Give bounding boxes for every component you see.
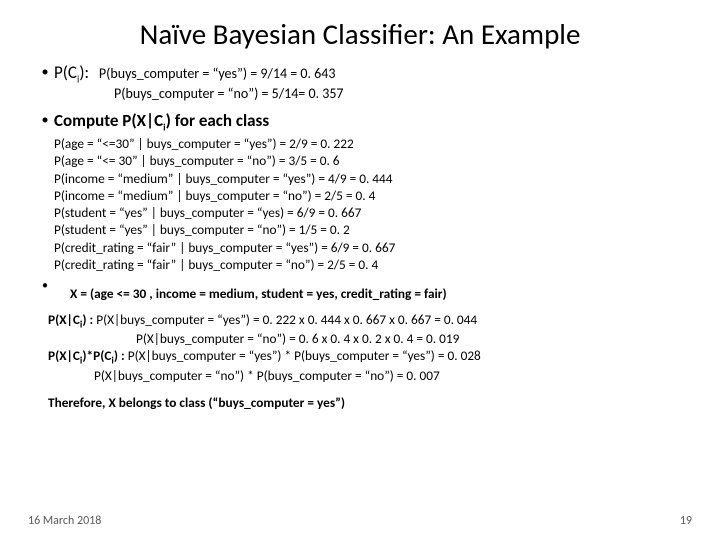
bullet-dot: • bbox=[36, 62, 54, 104]
slide-title: Naïve Bayesian Classifier: An Example bbox=[0, 0, 720, 58]
prob-line: P(student = “yes” | buys_computer = “no”… bbox=[54, 221, 684, 238]
bullet-compute: • Compute P(X|Ci) for each class bbox=[36, 110, 684, 133]
calc-line3: P(X|Ci)*P(Ci) : P(X|buys_computer = “yes… bbox=[48, 347, 684, 367]
prob-line: P(credit_rating = “fair” | buys_computer… bbox=[54, 239, 684, 256]
calc-line1: P(X|Ci) : P(X|buys_computer = “yes”) = 0… bbox=[48, 311, 684, 331]
prob-line: P(income = “medium” | buys_computer = “n… bbox=[54, 187, 684, 204]
footer-date: 16 March 2018 bbox=[28, 514, 101, 528]
prob-line: P(credit_rating = “fair” | buys_computer… bbox=[54, 256, 684, 273]
bullet-pci: • P(Ci): P(buys_computer = “yes”) = 9/14… bbox=[36, 62, 684, 104]
pci-label: P(Ci): bbox=[54, 62, 93, 83]
probability-lines: P(age = “<=30” | buys_computer = “yes”) … bbox=[54, 135, 684, 273]
prob-line: P(income = “medium” | buys_computer = “y… bbox=[54, 170, 684, 187]
pci-line2: P(buys_computer = “no”) = 5/14= 0. 357 bbox=[114, 85, 684, 103]
calc-line4: P(X|buys_computer = “no”) * P(buys_compu… bbox=[94, 367, 684, 384]
slide-footer: 16 March 2018 19 bbox=[0, 514, 720, 528]
x-definition: X = (age <= 30 , income = medium, studen… bbox=[70, 285, 684, 302]
prob-line: P(age = “<=30” | buys_computer = “yes”) … bbox=[54, 135, 684, 152]
bullet-dot: • bbox=[36, 110, 54, 133]
slide-content: • P(Ci): P(buys_computer = “yes”) = 9/14… bbox=[0, 58, 720, 412]
calc-line2: P(X|buys_computer = “no”) = 0. 6 x 0. 4 … bbox=[136, 330, 684, 347]
footer-page: 19 bbox=[680, 514, 692, 528]
bullet-dot: • bbox=[36, 279, 54, 308]
pci-line1: P(buys_computer = “yes”) = 9/14 = 0. 643 bbox=[99, 65, 336, 82]
prob-line: P(age = “<= 30” | buys_computer = “no”) … bbox=[54, 152, 684, 169]
calculation-block: P(X|Ci) : P(X|buys_computer = “yes”) = 0… bbox=[48, 311, 684, 385]
compute-header: Compute P(X|Ci) for each class bbox=[54, 110, 684, 133]
prob-line: P(student = “yes” | buys_computer = “yes… bbox=[54, 204, 684, 221]
conclusion: Therefore, X belongs to class (“buys_com… bbox=[48, 394, 684, 411]
bullet-xdef: • X = (age <= 30 , income = medium, stud… bbox=[36, 279, 684, 308]
